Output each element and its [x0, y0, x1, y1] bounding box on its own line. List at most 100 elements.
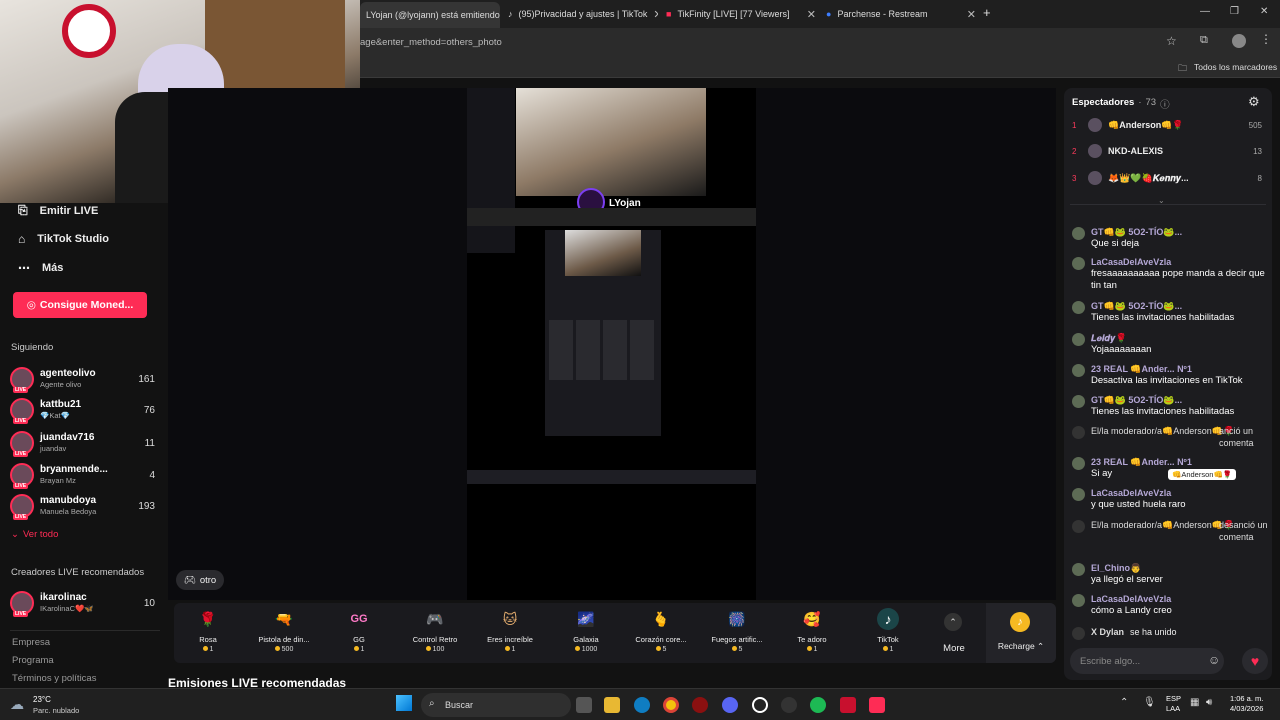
gift-fuegos[interactable]: 🎆 Fuegos artific... 5 — [701, 608, 773, 653]
tiktok-live-studio-icon[interactable] — [869, 697, 885, 713]
taskbar-search[interactable]: ⌕ Buscar — [421, 693, 571, 717]
obs-icon[interactable] — [692, 697, 708, 713]
studio-house-icon: ⌂ — [18, 232, 26, 246]
close-icon[interactable]: ✕ — [967, 8, 976, 21]
gift-control-retro[interactable]: 🎮 Control Retro 100 — [399, 608, 471, 653]
nav-mas[interactable]: ⋯ Más — [18, 261, 63, 275]
spotify-icon[interactable] — [810, 697, 826, 713]
steam-icon[interactable] — [781, 697, 797, 713]
restream-icon: ● — [826, 9, 832, 19]
viewers-title: Espectadores — [1072, 97, 1135, 108]
microphone-icon[interactable]: 🎙︎ — [1143, 697, 1156, 708]
maximize-icon[interactable]: ❐ — [1230, 6, 1239, 17]
gift-name: GG — [353, 635, 365, 644]
task-view-icon[interactable] — [576, 697, 592, 713]
chat-message[interactable]: LaCasaDelAveVzla cómo a Landy creo — [1072, 593, 1268, 617]
tab-restream[interactable]: ● Parchense - Restream ✕ — [826, 4, 976, 24]
address-bar: age&enter_method=others_photo ☆ ⧉ ⋮ — [360, 28, 1280, 56]
tab-tiktok-live[interactable]: LYojan (@lyojann) está emitiendo ✕ — [360, 2, 500, 28]
weather-temp[interactable]: 23°C — [33, 695, 51, 704]
profile-avatar[interactable] — [1232, 34, 1246, 48]
url-text[interactable]: age&enter_method=others_photo — [360, 37, 502, 48]
recommended-item[interactable]: LIVE ikarolinac IKarolinaC❤️🦋 10 — [10, 589, 155, 617]
windows-start-icon[interactable] — [396, 695, 412, 711]
window-close-icon[interactable]: ✕ — [1260, 6, 1268, 17]
like-heart-button[interactable]: ♥ — [1242, 648, 1268, 674]
top-viewer-row[interactable]: 2 NKD-ALEXIS 13 — [1072, 141, 1262, 161]
emoji-icon[interactable]: ☺ — [1208, 653, 1220, 667]
more-gifts-button[interactable]: More — [934, 643, 974, 654]
search-icon: ⌕ — [429, 698, 435, 709]
following-item[interactable]: LIVE agenteolivo Agente olivo 161 — [10, 365, 155, 393]
category-chip[interactable]: 🎮︎ otro — [176, 570, 224, 590]
chat-message[interactable]: 23 REAL 👊Ander... Nº1 Desactiva las invit… — [1072, 363, 1268, 387]
gift-corazon[interactable]: 🫰 Corazón core... 5 — [625, 608, 697, 653]
get-coins-button[interactable]: ◎ Consigue Moned... — [13, 292, 147, 318]
footer-link-terminos[interactable]: Términos y políticas — [12, 673, 96, 684]
live-video-player[interactable]: LYojan — [168, 88, 1056, 600]
tab-label: Parchense - Restream — [837, 9, 928, 19]
new-tab-icon[interactable]: + — [983, 5, 991, 20]
minimize-icon[interactable]: — — [1200, 6, 1210, 17]
nav-tiktok-studio[interactable]: ⌂ TikTok Studio — [18, 232, 109, 246]
tab-privacy[interactable]: ♪ (95)Privacidad y ajustes | TikTok ✕ — [508, 4, 658, 24]
close-icon[interactable]: ✕ — [653, 8, 658, 21]
language-indicator[interactable]: ESP — [1166, 694, 1181, 703]
gift-price: 500 — [281, 646, 294, 653]
close-icon[interactable]: ✕ — [807, 8, 816, 21]
info-icon[interactable]: ⓘ — [1160, 97, 1170, 111]
chrome-icon[interactable] — [663, 697, 679, 713]
bookmark-star-icon[interactable]: ☆ — [1166, 34, 1177, 48]
gift-eres-increible[interactable]: 🐱 Eres increíble 1 — [474, 608, 546, 653]
avatar — [1072, 301, 1085, 314]
following-item[interactable]: LIVE juandav716 juandav 11 — [10, 429, 155, 457]
clock-time[interactable]: 1:06 a. m. — [1230, 694, 1263, 703]
volume-icon[interactable]: 🔊︎ — [1206, 697, 1212, 708]
gift-rosa[interactable]: 🌹 Rosa 1 — [172, 608, 244, 653]
chat-message[interactable]: 𝑳𝒆𝒊𝒅𝒚🌹 Yojaaaaaaaan — [1072, 332, 1268, 356]
extensions-icon[interactable]: ⧉ — [1200, 34, 1208, 47]
chat-message[interactable]: LaCasaDelAveVzla fresaaaaaaaaaa pope mand… — [1072, 256, 1268, 292]
chat-message[interactable]: GT👊🐸 5O2-TÍO🐸... Que si deja — [1072, 226, 1268, 250]
chevron-up-icon[interactable]: ⌃ — [944, 613, 962, 631]
gift-tiktok[interactable]: ♪ TikTok 1 — [852, 608, 924, 653]
avatar — [1072, 364, 1085, 377]
gift-price: 1000 — [581, 646, 598, 653]
settings-gear-icon[interactable]: ⚙ — [1248, 94, 1260, 110]
chevron-up-icon[interactable]: ⌃ — [1120, 697, 1128, 708]
browser-menu-icon[interactable]: ⋮ — [1260, 32, 1272, 46]
discord-icon[interactable] — [722, 697, 738, 713]
see-all-link[interactable]: ⌄ Ver todo — [11, 529, 58, 540]
chat-message[interactable]: GT👊🐸 5O2-TÍO🐸... Tienes las invitaciones … — [1072, 394, 1268, 418]
top-viewer-row[interactable]: 3 🦊👑💚🍓𝑲𝒆𝒏𝒏𝒚... 8 — [1072, 168, 1262, 188]
gift-price: 1 — [360, 646, 365, 653]
footer-link-empresa[interactable]: Empresa — [12, 637, 50, 648]
top-viewer-row[interactable]: 1 👊Anderson👊🌹 505 — [1072, 115, 1262, 135]
chevron-up-icon: ⌃ — [1037, 641, 1045, 651]
chat-message[interactable]: LaCasaDelAveVzla y que usted huela raro — [1072, 487, 1268, 511]
following-item[interactable]: LIVE bryanmende... Brayan Mz 4 — [10, 461, 155, 489]
recharge-button[interactable]: ♪ Recharge ⌃ — [986, 603, 1056, 663]
chat-input[interactable]: Escribe algo... ☺ — [1070, 648, 1224, 674]
chat-username: El_Chino👨 — [1091, 563, 1142, 573]
tab-tikfinity[interactable]: ■ TikFinity [LIVE] [77 Viewers] ✕ — [666, 4, 816, 24]
gift-te-adoro[interactable]: 🥰 Te adoro 1 — [776, 608, 848, 653]
following-sub: Brayan Mz — [40, 476, 76, 485]
gift-pistola[interactable]: 🔫 Pistola de din... 500 — [248, 608, 320, 653]
file-explorer-icon[interactable] — [604, 697, 620, 713]
following-item[interactable]: LIVE kattbu21 💎Kat💎 76 — [10, 396, 155, 424]
network-icon[interactable]: ▦ — [1190, 697, 1199, 708]
clock-app-icon[interactable] — [752, 697, 768, 713]
all-bookmarks-link[interactable]: Todos los marcadores — [1194, 62, 1277, 72]
following-item[interactable]: LIVE manubdoya Manuela Bedoya 193 — [10, 492, 155, 520]
chat-message[interactable]: El_Chino👨 ya llegó el server — [1072, 562, 1268, 586]
gift-gg[interactable]: GG GG 1 — [323, 608, 395, 653]
edge-icon[interactable] — [634, 697, 650, 713]
gift-galaxia[interactable]: 🌌 Galaxia 1000 — [550, 608, 622, 653]
viewer-score: 505 — [1248, 120, 1262, 130]
nav-emitir-live[interactable]: ⎘ Emitir LIVE — [18, 203, 98, 218]
app-a-icon[interactable] — [840, 697, 856, 713]
footer-link-programa[interactable]: Programa — [12, 655, 54, 666]
coin-icon — [504, 646, 510, 651]
chat-message[interactable]: GT👊🐸 5O2-TÍO🐸... Tienes las invitaciones … — [1072, 300, 1268, 324]
